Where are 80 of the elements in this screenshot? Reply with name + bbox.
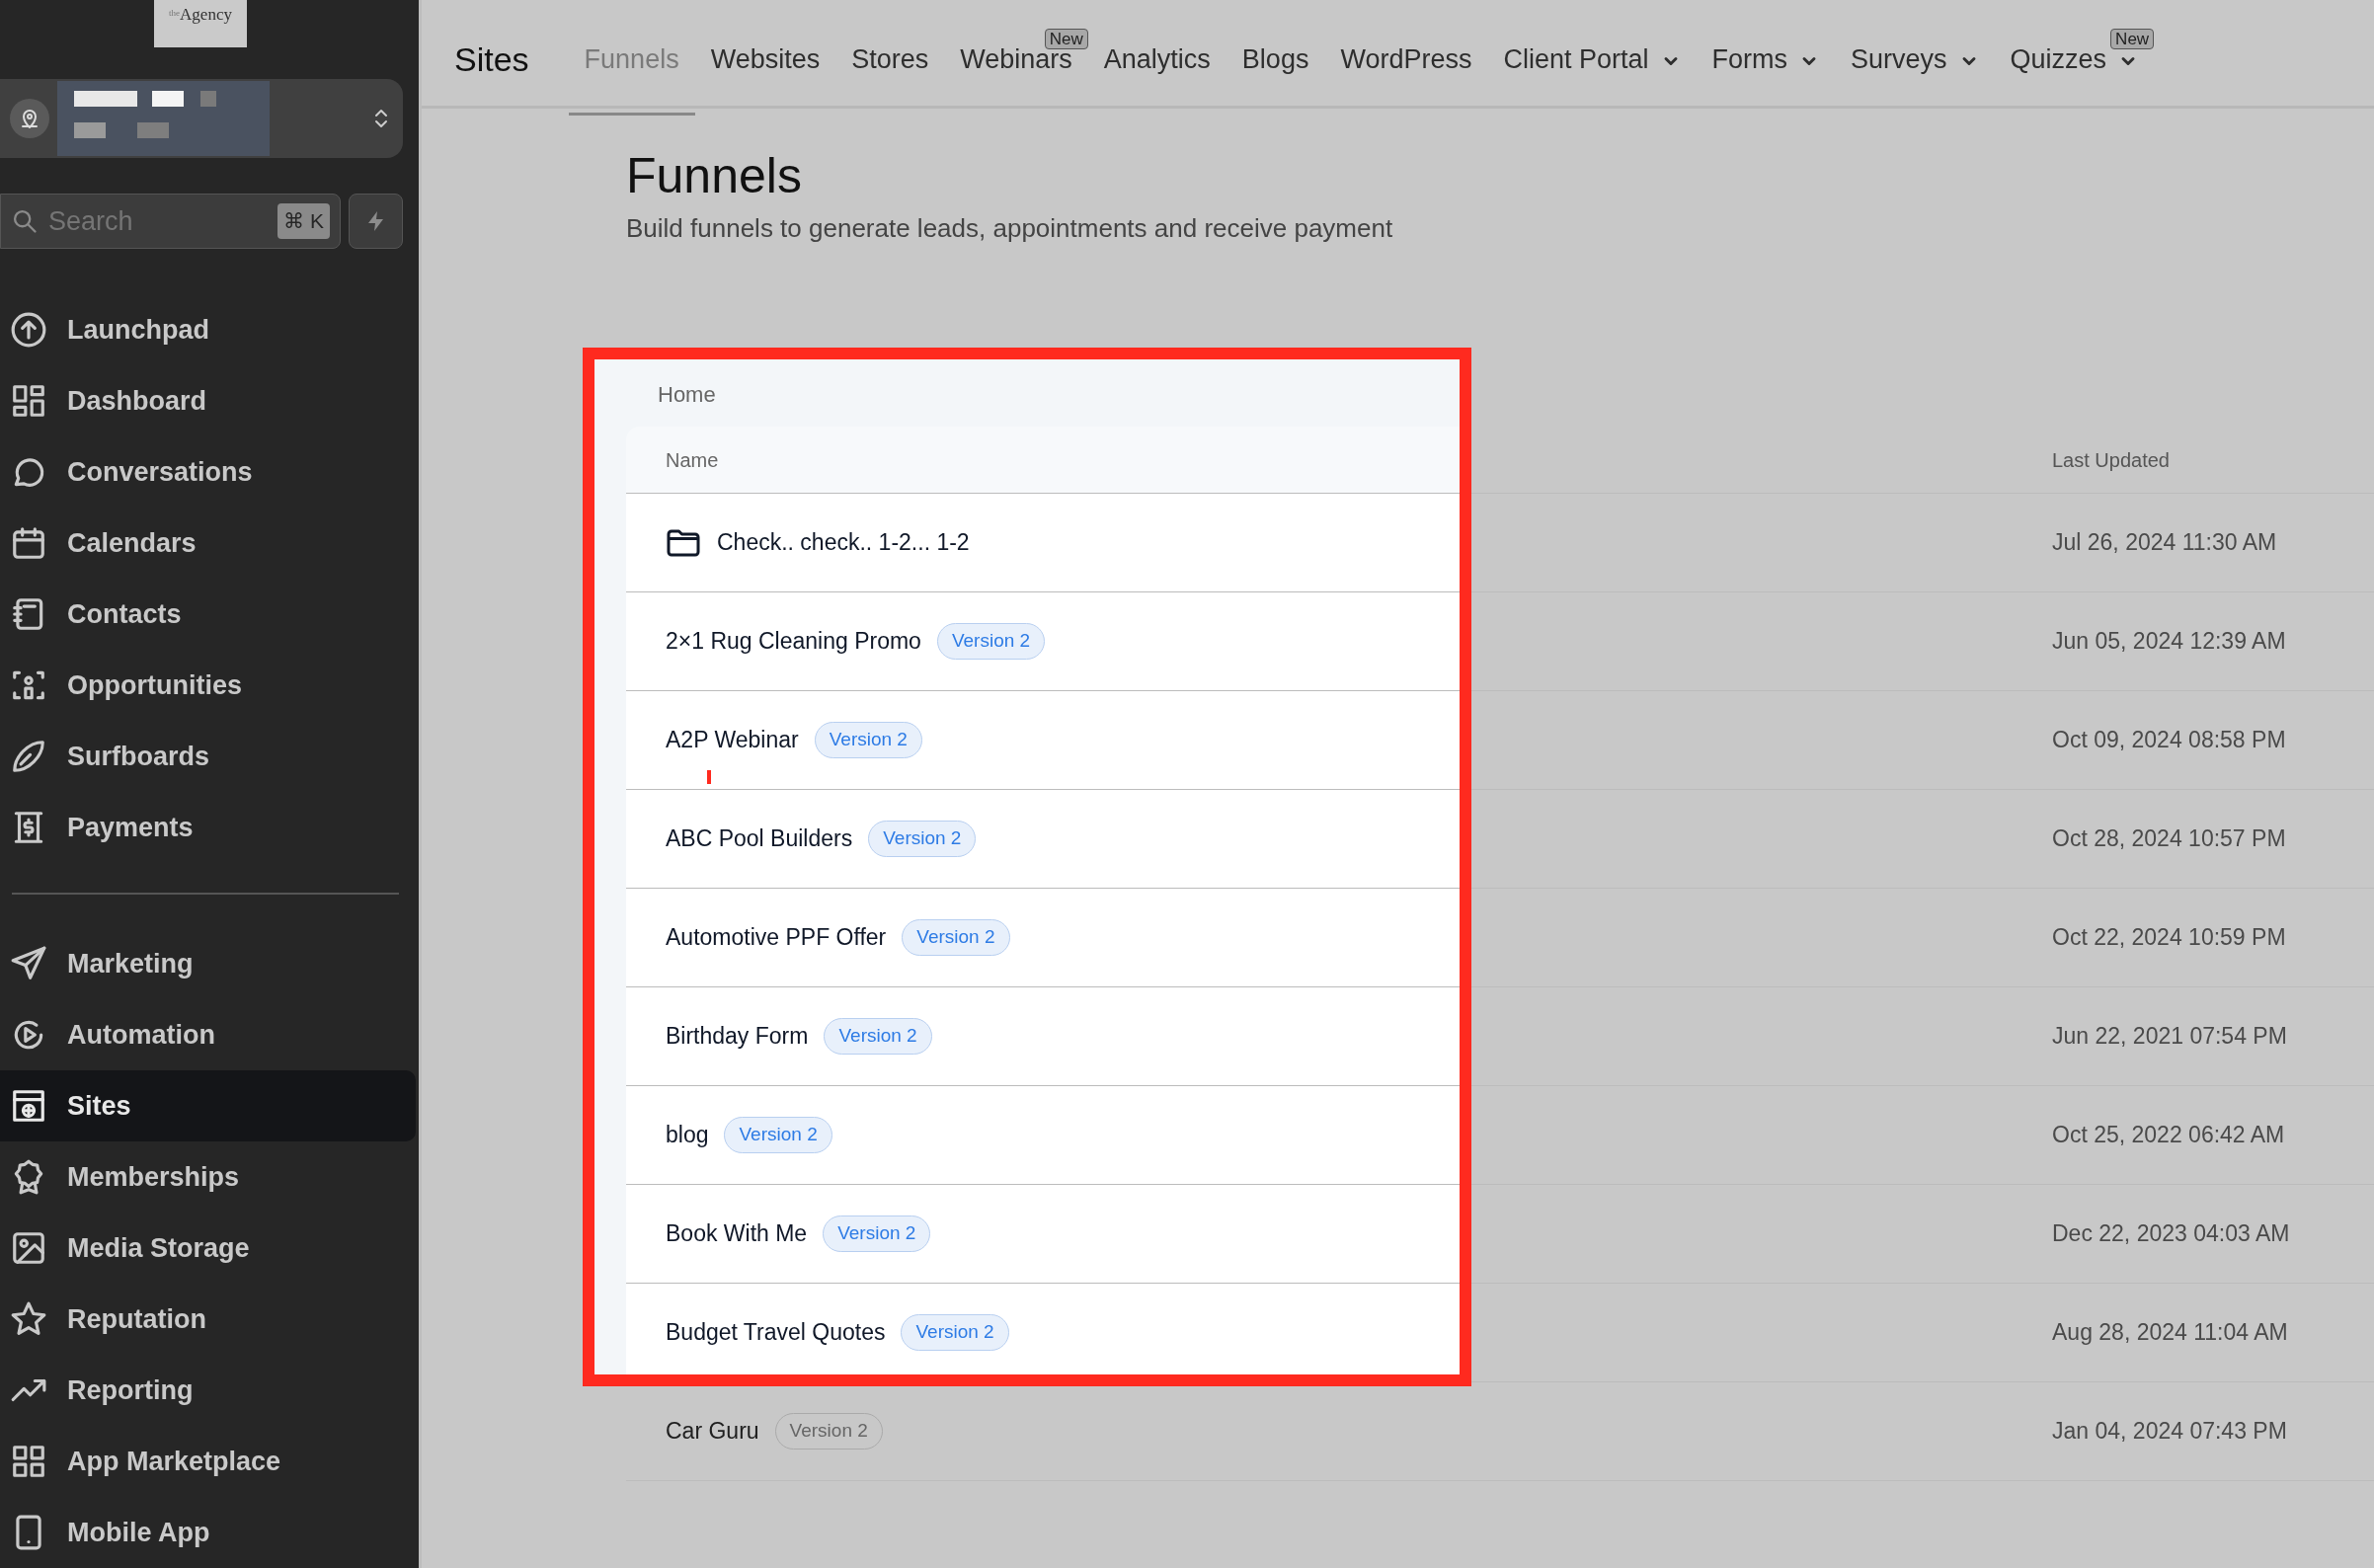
funnel-name[interactable]: Automotive PPF Offer bbox=[666, 920, 887, 955]
version-tag: Version 2 bbox=[814, 722, 922, 758]
search-field[interactable]: Search ⌘ K bbox=[0, 194, 341, 249]
shortcut-key: ⌘ K bbox=[277, 203, 330, 239]
nav-tab[interactable]: Stores bbox=[835, 7, 945, 116]
sidebar-item[interactable]: Media Storage bbox=[0, 1213, 416, 1284]
page-subtitle: Build funnels to generate leads, appointments and receive payment bbox=[626, 212, 1394, 245]
logo: $^{the}$Agency bbox=[154, 0, 247, 47]
calendar-icon bbox=[10, 524, 47, 562]
sidebar-item[interactable]: Conversations bbox=[0, 436, 416, 508]
quick-action-button[interactable] bbox=[349, 194, 403, 249]
paper-plane-icon bbox=[10, 945, 47, 982]
table-cell-text: Dec 22, 2023 04:03 AM bbox=[2051, 1219, 2291, 1249]
funnel-name[interactable]: blog bbox=[666, 1118, 709, 1152]
sidebar-item[interactable]: Payments bbox=[0, 792, 416, 863]
funnel-name[interactable]: 2×1 Rug Cleaning Promo bbox=[666, 624, 921, 659]
table-cell-text: Oct 25, 2022 06:42 AM bbox=[2051, 1121, 2286, 1150]
search-icon bbox=[11, 207, 39, 235]
page-title: Funnels bbox=[626, 147, 803, 205]
nav-tab[interactable]: Client Portal bbox=[1487, 7, 1697, 116]
breadcrumb-link[interactable]: Home bbox=[658, 378, 716, 411]
funnel-name[interactable]: ABC Pool Builders bbox=[666, 822, 853, 856]
nav-tab[interactable]: Quizzes New bbox=[1994, 7, 2155, 116]
funnel-name[interactable]: Book With Me bbox=[666, 1216, 808, 1251]
sidebar-item[interactable]: Mobile App bbox=[0, 1497, 416, 1568]
nav-tab[interactable]: Surveys bbox=[1835, 7, 1995, 116]
version-tag: Version 2 bbox=[868, 821, 977, 857]
globe-window-icon bbox=[10, 1087, 47, 1125]
nav-tab[interactable]: Blogs bbox=[1226, 7, 1325, 116]
star-icon bbox=[10, 1300, 47, 1338]
version-tag: Version 2 bbox=[724, 1117, 832, 1153]
rocket-circle-icon bbox=[10, 311, 47, 349]
nav-tab[interactable]: Analytics bbox=[1087, 7, 1227, 116]
table-cell-text: Oct 09, 2024 08:58 PM bbox=[2051, 726, 2287, 755]
version-tag: Version 2 bbox=[936, 623, 1046, 660]
sidebar-item[interactable]: Dashboard bbox=[0, 365, 416, 436]
funnel-name[interactable]: Car Guru bbox=[666, 1414, 759, 1449]
table-cell-text: Oct 28, 2024 10:57 PM bbox=[2051, 824, 2287, 854]
section-title: Sites bbox=[454, 39, 529, 80]
sidebar-item[interactable]: Reporting bbox=[0, 1355, 416, 1426]
funnel-name[interactable]: Check.. check.. 1-2... 1-2 bbox=[717, 525, 970, 560]
table-cell-text: Jun 22, 2021 07:54 PM bbox=[2051, 1022, 2288, 1052]
sidebar-item[interactable]: Surfboards bbox=[0, 721, 416, 792]
version-tag: Version 2 bbox=[823, 1215, 931, 1252]
version-tag: Version 2 bbox=[902, 919, 1010, 956]
new-badge: New bbox=[2110, 29, 2155, 49]
sidebar-item[interactable]: Sites bbox=[0, 1070, 416, 1141]
funnel-name[interactable]: A2P Webinar bbox=[666, 723, 799, 757]
column-header: Last Updated bbox=[2051, 447, 2171, 473]
table-cell-text: Aug 28, 2024 11:04 AM bbox=[2051, 1318, 2289, 1348]
sidebar-item[interactable]: Launchpad bbox=[0, 294, 416, 365]
image-icon bbox=[10, 1229, 47, 1267]
table-cell-text: Oct 22, 2024 10:59 PM bbox=[2051, 923, 2287, 953]
funnel-name[interactable]: Budget Travel Quotes bbox=[666, 1315, 886, 1350]
surfboard-icon bbox=[10, 738, 47, 775]
nav-tab[interactable]: Websites bbox=[694, 7, 836, 116]
nav-tab[interactable]: Webinars New bbox=[944, 7, 1088, 116]
sidebar-item[interactable]: Marketing bbox=[0, 928, 416, 999]
version-tag: Version 2 bbox=[901, 1314, 1009, 1351]
sidebar-item[interactable]: Opportunities bbox=[0, 650, 416, 721]
nav-tab[interactable]: Forms bbox=[1696, 7, 1836, 116]
sidebar-item[interactable]: Automation bbox=[0, 999, 416, 1070]
version-tag: Version 2 bbox=[824, 1018, 932, 1055]
annotation-mark bbox=[707, 770, 711, 784]
table-cell-text: Jul 26, 2024 11:30 AM bbox=[2051, 528, 2278, 558]
sidebar-item[interactable]: Reputation bbox=[0, 1284, 416, 1355]
dashboard-icon bbox=[10, 382, 47, 420]
sidebar-item[interactable]: Contacts bbox=[0, 579, 416, 650]
table-cell-text: Jun 05, 2024 12:39 AM bbox=[2051, 627, 2287, 657]
sidebar-item[interactable]: Memberships bbox=[0, 1141, 416, 1213]
new-badge: New bbox=[1044, 29, 1088, 49]
grid-icon bbox=[10, 1443, 47, 1480]
search-input[interactable]: Search bbox=[46, 199, 271, 243]
nav-tab[interactable]: WordPress bbox=[1324, 7, 1488, 116]
column-header: Name bbox=[626, 427, 1460, 493]
account-switcher[interactable] bbox=[0, 79, 403, 158]
sidebar-item[interactable]: Calendars bbox=[0, 508, 416, 579]
sidebar-item[interactable]: App Marketplace bbox=[0, 1426, 416, 1497]
funnel-name[interactable]: Birthday Form bbox=[666, 1019, 809, 1054]
table-cell-text: Jan 04, 2024 07:43 PM bbox=[2051, 1417, 2288, 1447]
